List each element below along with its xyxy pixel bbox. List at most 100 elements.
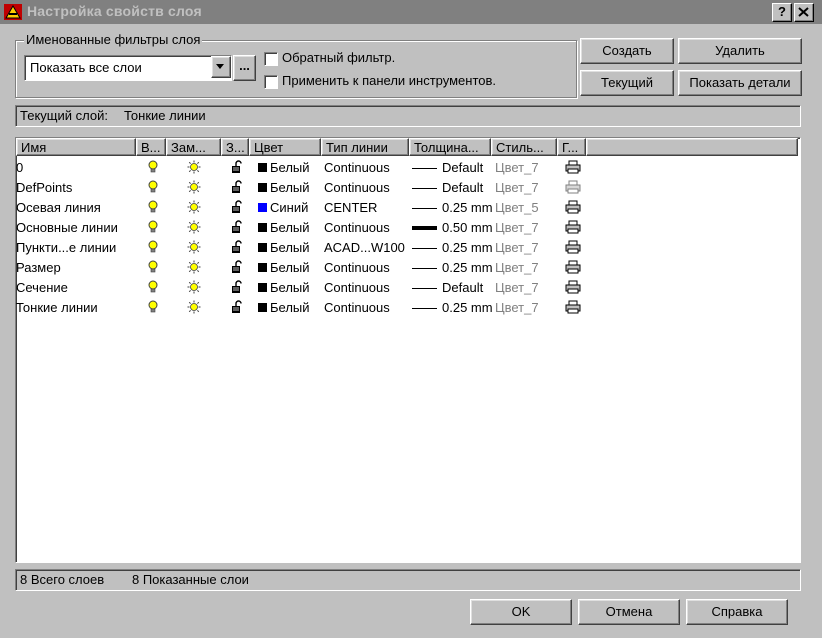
autocad-app-icon[interactable]	[3, 3, 23, 21]
layer-linetype[interactable]: Continuous	[324, 260, 390, 275]
sun-icon[interactable]	[187, 180, 201, 197]
lightbulb-icon[interactable]	[147, 260, 159, 277]
printer-icon[interactable]	[565, 280, 581, 297]
ok-button[interactable]: OK	[470, 599, 572, 625]
layer-linetype[interactable]: Continuous	[324, 280, 390, 295]
layer-linetype[interactable]: CENTER	[324, 200, 377, 215]
layer-row[interactable]: Размер Белый Continuous 0.25 mm Цвет_7	[16, 258, 798, 278]
printer-icon[interactable]	[565, 300, 581, 317]
layer-lineweight[interactable]: Default	[442, 280, 483, 295]
filter-combobox[interactable]: Показать все слои	[24, 55, 232, 81]
layer-row[interactable]: Пункти...е линии Белый ACAD...W100 0.25 mm Ц…	[16, 238, 798, 258]
unlocked-padlock-icon[interactable]	[230, 260, 244, 277]
layer-color-name[interactable]: Белый	[270, 260, 310, 275]
layer-row[interactable]: DefPoints Белый Continuous Default Цвет_7	[16, 178, 798, 198]
layer-name[interactable]: DefPoints	[16, 180, 72, 195]
color-swatch[interactable]	[258, 163, 267, 172]
cancel-button[interactable]: Отмена	[578, 599, 680, 625]
layer-lineweight[interactable]: Default	[442, 160, 483, 175]
layer-list[interactable]: Имя В... Зам... З... Цвет Тип линии Толщина...…	[15, 137, 801, 563]
header-col-color[interactable]: Цвет	[249, 138, 321, 156]
layer-lineweight[interactable]: 0.25 mm	[442, 260, 493, 275]
printer-icon[interactable]	[565, 200, 581, 217]
layer-row[interactable]: Основные линии Белый Continuous 0.50 mm Цвет…	[16, 218, 798, 238]
lightbulb-icon[interactable]	[147, 160, 159, 177]
printer-disabled-icon[interactable]	[565, 180, 581, 197]
unlocked-padlock-icon[interactable]	[230, 200, 244, 217]
header-col-plotstyle[interactable]: Стиль...	[491, 138, 557, 156]
layer-row[interactable]: 0 Белый Continuous Default Цвет_7	[16, 158, 798, 178]
printer-icon[interactable]	[565, 220, 581, 237]
layer-plot-style[interactable]: Цвет_7	[495, 180, 539, 195]
color-swatch[interactable]	[258, 303, 267, 312]
header-col-name[interactable]: Имя	[16, 138, 136, 156]
unlocked-padlock-icon[interactable]	[230, 180, 244, 197]
apply-toolbar-checkbox[interactable]	[264, 75, 278, 89]
layer-plot-style[interactable]: Цвет_7	[495, 160, 539, 175]
help-button[interactable]: Справка	[686, 599, 788, 625]
layer-name[interactable]: Осевая линия	[16, 200, 101, 215]
close-title-button[interactable]	[794, 3, 814, 22]
unlocked-padlock-icon[interactable]	[230, 280, 244, 297]
header-col-lock[interactable]: З...	[221, 138, 249, 156]
header-col-freeze[interactable]: Зам...	[166, 138, 221, 156]
layer-lineweight[interactable]: Default	[442, 180, 483, 195]
layer-linetype[interactable]: Continuous	[324, 160, 390, 175]
unlocked-padlock-icon[interactable]	[230, 160, 244, 177]
layer-linetype[interactable]: Continuous	[324, 180, 390, 195]
layer-plot-style[interactable]: Цвет_7	[495, 260, 539, 275]
layer-plot-style[interactable]: Цвет_5	[495, 200, 539, 215]
dropdown-arrow-button[interactable]	[211, 56, 231, 78]
layer-linetype[interactable]: Continuous	[324, 300, 390, 315]
sun-icon[interactable]	[187, 300, 201, 317]
layer-color-name[interactable]: Белый	[270, 220, 310, 235]
layer-lineweight[interactable]: 0.50 mm	[442, 220, 493, 235]
color-swatch[interactable]	[258, 263, 267, 272]
layer-color-name[interactable]: Синий	[270, 200, 308, 215]
lightbulb-icon[interactable]	[147, 300, 159, 317]
lightbulb-icon[interactable]	[147, 180, 159, 197]
lightbulb-icon[interactable]	[147, 200, 159, 217]
sun-icon[interactable]	[187, 200, 201, 217]
layer-color-name[interactable]: Белый	[270, 180, 310, 195]
filter-dialog-button[interactable]: ...	[233, 55, 256, 81]
layer-name[interactable]: Сечение	[16, 280, 68, 295]
sun-icon[interactable]	[187, 280, 201, 297]
show-details-button[interactable]: Показать детали	[678, 70, 802, 96]
lightbulb-icon[interactable]	[147, 280, 159, 297]
layer-plot-style[interactable]: Цвет_7	[495, 300, 539, 315]
sun-icon[interactable]	[187, 240, 201, 257]
new-layer-button[interactable]: Создать	[580, 38, 674, 64]
printer-icon[interactable]	[565, 240, 581, 257]
layer-name[interactable]: Размер	[16, 260, 61, 275]
layer-name[interactable]: Основные линии	[16, 220, 118, 235]
color-swatch[interactable]	[258, 183, 267, 192]
sun-icon[interactable]	[187, 220, 201, 237]
unlocked-padlock-icon[interactable]	[230, 300, 244, 317]
layer-color-name[interactable]: Белый	[270, 280, 310, 295]
printer-icon[interactable]	[565, 160, 581, 177]
help-title-button[interactable]: ?	[772, 3, 792, 22]
layer-lineweight[interactable]: 0.25 mm	[442, 240, 493, 255]
sun-icon[interactable]	[187, 260, 201, 277]
invert-filter-checkbox[interactable]	[264, 52, 278, 66]
layer-color-name[interactable]: Белый	[270, 160, 310, 175]
unlocked-padlock-icon[interactable]	[230, 240, 244, 257]
color-swatch[interactable]	[258, 243, 267, 252]
layer-color-name[interactable]: Белый	[270, 300, 310, 315]
layer-name[interactable]: Тонкие линии	[16, 300, 98, 315]
set-current-button[interactable]: Текущий	[580, 70, 674, 96]
layer-lineweight[interactable]: 0.25 mm	[442, 200, 493, 215]
layer-linetype[interactable]: ACAD...W100	[324, 240, 405, 255]
header-col-on[interactable]: В...	[136, 138, 166, 156]
layer-row[interactable]: Осевая линия Синий CENTER 0.25 mm Цвет_5	[16, 198, 798, 218]
header-col-lineweight[interactable]: Толщина...	[409, 138, 491, 156]
delete-layer-button[interactable]: Удалить	[678, 38, 802, 64]
header-col-plot[interactable]: Г...	[557, 138, 586, 156]
color-swatch[interactable]	[258, 203, 267, 212]
color-swatch[interactable]	[258, 223, 267, 232]
lightbulb-icon[interactable]	[147, 240, 159, 257]
layer-linetype[interactable]: Continuous	[324, 220, 390, 235]
color-swatch[interactable]	[258, 283, 267, 292]
layer-color-name[interactable]: Белый	[270, 240, 310, 255]
